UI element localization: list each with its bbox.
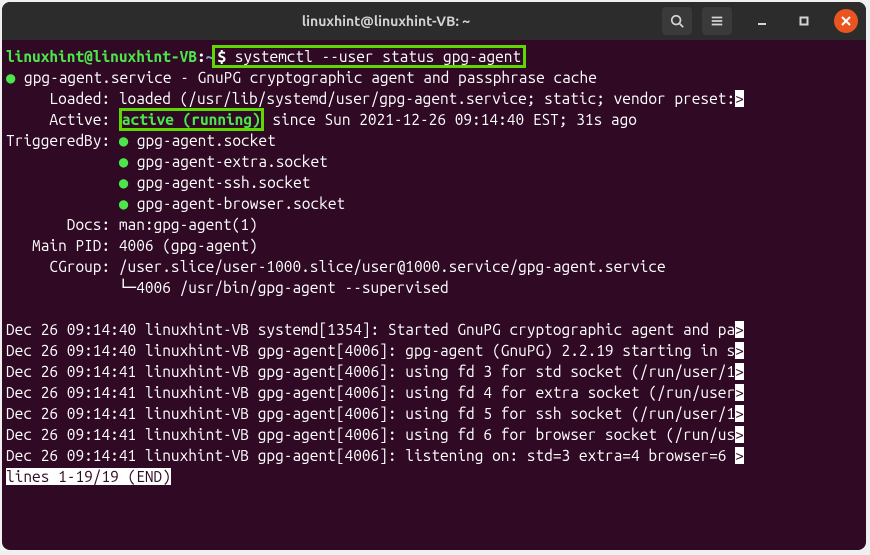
prompt-symbol: $ xyxy=(217,48,234,65)
trigger-socket: gpg-agent-extra.socket xyxy=(137,153,328,170)
active-state: active (running) xyxy=(122,111,261,128)
loaded-label: Loaded: xyxy=(6,90,119,107)
maximize-icon xyxy=(799,16,809,26)
log-line: Dec 26 09:14:41 linuxhint-VB gpg-agent[4… xyxy=(6,447,735,464)
cgroup-tree: └─4006 /usr/bin/gpg-agent --supervised xyxy=(6,277,862,298)
truncation-arrow: > xyxy=(735,426,744,443)
log-line: Dec 26 09:14:41 linuxhint-VB gpg-agent[4… xyxy=(6,384,735,401)
log-line: Dec 26 09:14:40 linuxhint-VB gpg-agent[4… xyxy=(6,342,735,359)
trigger-socket: gpg-agent.socket xyxy=(137,132,276,149)
minimize-icon xyxy=(757,16,767,26)
main-pid-label: Main PID: xyxy=(6,237,119,254)
hamburger-icon xyxy=(710,14,724,28)
truncation-arrow: > xyxy=(735,321,744,338)
pager-status: lines 1-19/19 (END) xyxy=(6,468,171,485)
log-line: Dec 26 09:14:41 linuxhint-VB gpg-agent[4… xyxy=(6,405,735,422)
command-text: systemctl --user status gpg-agent xyxy=(235,48,521,65)
cgroup-label: CGroup: xyxy=(6,258,119,275)
titlebar: linuxhint@linuxhint-VB: ~ xyxy=(2,2,866,40)
search-icon xyxy=(670,14,684,28)
loaded-value: loaded (/usr/lib/systemd/user/gpg-agent.… xyxy=(119,90,735,107)
close-button[interactable] xyxy=(834,9,858,33)
triggeredby-label: TriggeredBy: xyxy=(6,132,119,149)
truncation-arrow: > xyxy=(735,384,744,401)
truncation-arrow: > xyxy=(735,90,744,107)
close-icon xyxy=(841,16,851,26)
trigger-dot-icon: ● xyxy=(119,195,128,212)
log-line: Dec 26 09:14:40 linuxhint-VB systemd[135… xyxy=(6,321,735,338)
service-description: gpg-agent.service - GnuPG cryptographic … xyxy=(15,69,597,86)
trigger-dot-icon: ● xyxy=(119,132,128,149)
active-since: since Sun 2021-12-26 09:14:40 EST; 31s a… xyxy=(264,111,637,128)
docs-label: Docs: xyxy=(6,216,119,233)
log-line: Dec 26 09:14:41 linuxhint-VB gpg-agent[4… xyxy=(6,363,735,380)
command-highlight-box: $ systemctl --user status gpg-agent xyxy=(212,45,526,68)
cgroup-value: /user.slice/user-1000.slice/user@1000.se… xyxy=(119,258,666,275)
truncation-arrow: > xyxy=(735,447,744,464)
prompt-colon: : xyxy=(197,48,206,65)
truncation-arrow: > xyxy=(735,363,744,380)
menu-button[interactable] xyxy=(702,7,732,35)
trigger-socket: gpg-agent-browser.socket xyxy=(137,195,345,212)
prompt-user-host: linuxhint@linuxhint-VB xyxy=(6,48,197,65)
active-highlight-box: active (running) xyxy=(119,108,264,131)
truncation-arrow: > xyxy=(735,342,744,359)
minimize-button[interactable] xyxy=(750,9,774,33)
window-title: linuxhint@linuxhint-VB: ~ xyxy=(110,13,662,29)
main-pid-value: 4006 (gpg-agent) xyxy=(119,237,258,254)
docs-value: man:gpg-agent(1) xyxy=(119,216,258,233)
maximize-button[interactable] xyxy=(792,9,816,33)
active-label: Active: xyxy=(6,111,119,128)
log-line: Dec 26 09:14:41 linuxhint-VB gpg-agent[4… xyxy=(6,426,735,443)
trigger-dot-icon: ● xyxy=(119,153,128,170)
status-dot-icon: ● xyxy=(6,69,15,86)
trigger-dot-icon: ● xyxy=(119,174,128,191)
trigger-socket: gpg-agent-ssh.socket xyxy=(137,174,311,191)
terminal-output[interactable]: linuxhint@linuxhint-VB:~$ systemctl --us… xyxy=(2,40,866,550)
terminal-window: linuxhint@linuxhint-VB: ~ linuxhint@linu… xyxy=(2,2,866,550)
search-button[interactable] xyxy=(662,7,692,35)
truncation-arrow: > xyxy=(735,405,744,422)
